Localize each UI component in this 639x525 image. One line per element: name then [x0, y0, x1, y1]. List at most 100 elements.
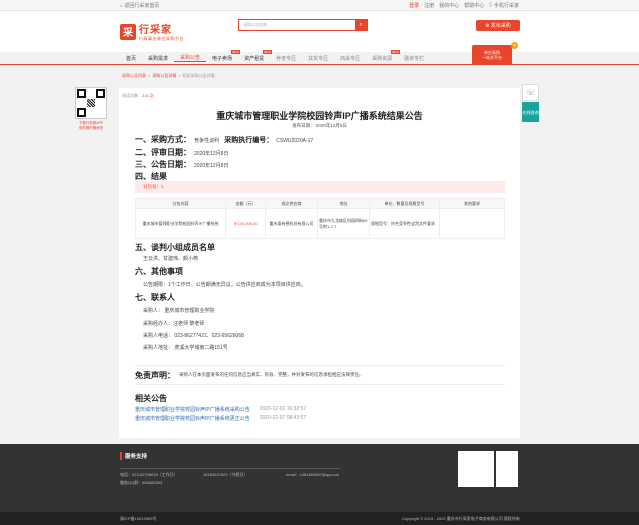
main-nav: 首页 采购需求 采购公告 电子卖场 NEW 资产租赁 NEW 养老专区 扶贫专区 商… — [120, 49, 520, 64]
table-header: 其他要求 — [439, 198, 505, 209]
nav-e-mall[interactable]: 电子卖场 NEW — [206, 49, 241, 62]
package-number: 分包号：1 — [135, 181, 505, 193]
breadcrumb-notice-list[interactable]: 采购公告列表 — [122, 73, 146, 79]
nav-poverty[interactable]: 扶贫专区 — [302, 55, 334, 62]
article-panel: 阅读次数：316 次 重庆城市管理职业学院校园铃声IP广播系统结果公告 发布日期… — [119, 88, 520, 438]
nav-procurement-demand[interactable]: 采购需求 — [142, 55, 174, 62]
search-icon: ⌕ — [359, 21, 363, 28]
nav-divider — [0, 64, 639, 65]
cell-address: 重庆市九龙坡区科园四街65号附1-7-7 — [317, 208, 370, 239]
section-other-matters: 六、其他事项 — [135, 267, 183, 276]
footer-phone: 电话：023-62708018（工作日） — [120, 472, 178, 477]
contact-address: 采购人地址： 虎溪大学城南二路151号 — [143, 345, 228, 351]
home-icon: ⌂ — [120, 2, 124, 9]
site-footer: 服务支持 电话：023-62708018（工作日） 18183037823（节假… — [0, 444, 639, 525]
online-service-button[interactable]: 在线咨询 — [522, 102, 539, 122]
logo-slogan: 行政事业单位采购平台 — [139, 36, 184, 41]
footer-app-image — [496, 451, 518, 487]
nav-finance[interactable]: 融资专栏 — [398, 55, 430, 62]
breadcrumb-current: 相关采购公告详情 — [182, 73, 215, 78]
new-badge: NEW — [263, 49, 273, 54]
home-link[interactable]: ⌂ 返回行采家首页 — [120, 2, 159, 9]
publish-date: 发布日期： 2020年12月8日 — [292, 123, 347, 128]
site-header: 采 行采家 行政事业单位采购平台 采购公告名称 ⌕ ⊕ 发布采购 — [0, 11, 639, 52]
breadcrumb: 采购公告列表 > 采购公告详情 > 相关采购公告详情 — [122, 73, 215, 79]
site-logo[interactable]: 采 行采家 行政事业单位采购平台 — [120, 21, 184, 42]
table-header: 金额（元） — [225, 198, 266, 209]
cell-amount: ￥140,000.00 — [225, 208, 266, 239]
nav-asset-lease[interactable]: 资产租赁 NEW — [238, 49, 273, 62]
cell-other — [439, 208, 505, 239]
footer-mobile: 18183037823（节假日） — [203, 472, 248, 477]
top-utility-bar: ⌂ 返回行采家首页 登录 注册 我的中心 帮助中心 ▯ 手机行采家 — [0, 0, 639, 11]
related-item-date: 2020-12-02 16:32:57 — [259, 406, 307, 412]
promo-badge[interactable]: 单位采购 一站式平台 热 — [472, 42, 518, 65]
footer-icp: 渝ICP备15012969号 — [120, 516, 157, 521]
phone-icon: ▯ — [489, 2, 492, 8]
section-notice-date: 三、公告日期： 2020年12月8日 — [135, 160, 229, 169]
footer-qq: 服务QQ群：808483393 — [120, 480, 163, 485]
related-item-title[interactable]: 重庆城市管理职业学院校园铃声IP广播系统采购公告 — [135, 406, 250, 413]
my-center-link[interactable]: 我的中心 — [439, 2, 459, 9]
breadcrumb-sep: > — [178, 73, 181, 78]
right-float-bar: ☏ 在线咨询 — [522, 84, 539, 122]
nav-home[interactable]: 首页 — [120, 55, 142, 62]
phone-service-icon[interactable]: ☏ — [522, 84, 539, 101]
table-header: 分包内容 — [135, 198, 226, 209]
app-qr-subcaption: 采购随时随地查 — [78, 126, 104, 130]
panel-members: 王云洪、甘建伟、颜小燕 — [143, 256, 199, 262]
help-center-link[interactable]: 帮助中心 — [464, 2, 484, 9]
promo-line2: 一站式平台 — [482, 55, 502, 60]
contact-phone: 采购人电话： 023-86277421、023-65626068 — [143, 333, 244, 339]
footer-divider — [120, 468, 340, 469]
hot-badge: 热 — [511, 42, 518, 49]
footer-copyright: Copyright © 2015 - 2022 重庆市行采家电子商务有限公司 版… — [402, 516, 520, 521]
mobile-link[interactable]: ▯ 手机行采家 — [489, 2, 519, 9]
new-badge: NEW — [391, 49, 401, 54]
section-review-date: 二、评审日期： 2020年12月8日 — [135, 148, 229, 157]
publish-icon: ⊕ — [485, 22, 490, 29]
related-item[interactable]: 重庆城市管理职业学院校园铃声IP广播系统更正公告 2020-12-07 08:4… — [135, 415, 306, 422]
app-qr-panel: 下载行采家APP 采购随时随地查 — [74, 87, 108, 131]
search-button[interactable]: ⌕ — [355, 20, 367, 30]
section-contacts: 七、联系人 — [135, 293, 175, 302]
table-row: 重庆城市管理职业学院校园铃声IP广播系统 ￥140,000.00 重庆泰有德科技… — [135, 208, 505, 239]
disclaimer-text: 采购人在本页面发布的任何信息应当真实、有效、完整，并对发布的信息承担相应法律责任… — [179, 372, 364, 377]
article-title: 重庆城市管理职业学院校园铃声IP广播系统结果公告 — [216, 111, 423, 121]
cell-content: 重庆城市管理职业学院校园铃声IP广播系统 — [135, 208, 226, 239]
nav-resources[interactable]: 采购资源 NEW — [366, 49, 401, 62]
result-table: 分包内容 金额（元） 成交供应商 地址 单价、数量及规格型号 其他要求 重庆城市… — [135, 198, 505, 239]
related-item-title[interactable]: 重庆城市管理职业学院校园铃声IP广播系统更正公告 — [135, 415, 250, 422]
search-input[interactable]: 采购公告名称 — [239, 20, 355, 30]
related-heading: 相关公告 — [135, 394, 167, 403]
footer-bottom-bar: 渝ICP备15012969号 Copyright © 2015 - 2022 重… — [0, 512, 639, 525]
new-badge: NEW — [231, 49, 241, 54]
breadcrumb-notice-detail[interactable]: 采购公告详情 — [152, 73, 176, 79]
disclaimer: 免责声明： 采购人在本页面发布的任何信息应当真实、有效、完整，并对发布的信息承担… — [135, 365, 505, 385]
related-item-date: 2020-12-07 08:43:57 — [259, 415, 307, 421]
login-link[interactable]: 登录 — [409, 2, 419, 9]
section-panel-members: 五、谈判小组成员名单 — [135, 243, 215, 252]
cell-spec: 规格型号：符合竞争性谈判文件要求 — [369, 208, 440, 239]
table-header: 单价、数量及规格型号 — [369, 198, 440, 209]
nav-procurement-notice[interactable]: 采购公告 — [174, 54, 207, 62]
logo-mark: 采 — [120, 23, 136, 40]
publish-button[interactable]: ⊕ 发布采购 — [476, 20, 520, 31]
section-procurement-method: 一、采购方式： 竞争性谈判 采购执行编号： CSWU2020A-17 — [135, 135, 314, 144]
footer-heading: 服务支持 — [120, 452, 147, 460]
related-item[interactable]: 重庆城市管理职业学院校园铃声IP广播系统采购公告 2020-12-02 16:3… — [135, 406, 306, 413]
search-box: 采购公告名称 ⌕ — [238, 19, 368, 31]
logo-name: 行采家 — [139, 25, 172, 36]
footer-qr-code — [458, 451, 494, 487]
nav-elderly[interactable]: 养老专区 — [270, 55, 302, 62]
contact-buyer: 采购人： 重庆城市管理职业学院 — [143, 308, 215, 314]
read-count: 阅读次数：316 次 — [122, 93, 154, 98]
cell-supplier: 重庆泰有德科技有限公司 — [265, 208, 318, 239]
other-matters-text: 公告期限：1个工作日。公告期满无异议，公告供应商成为本项目供应商。 — [143, 282, 306, 288]
table-header: 地址 — [317, 198, 370, 209]
disclaimer-label: 免责声明： — [135, 370, 175, 380]
register-link[interactable]: 注册 — [424, 2, 434, 9]
footer-email: email：1481894987@qq.com — [286, 472, 339, 477]
nav-commercial[interactable]: 商采专区 — [334, 55, 366, 62]
app-qr-code — [75, 87, 107, 119]
